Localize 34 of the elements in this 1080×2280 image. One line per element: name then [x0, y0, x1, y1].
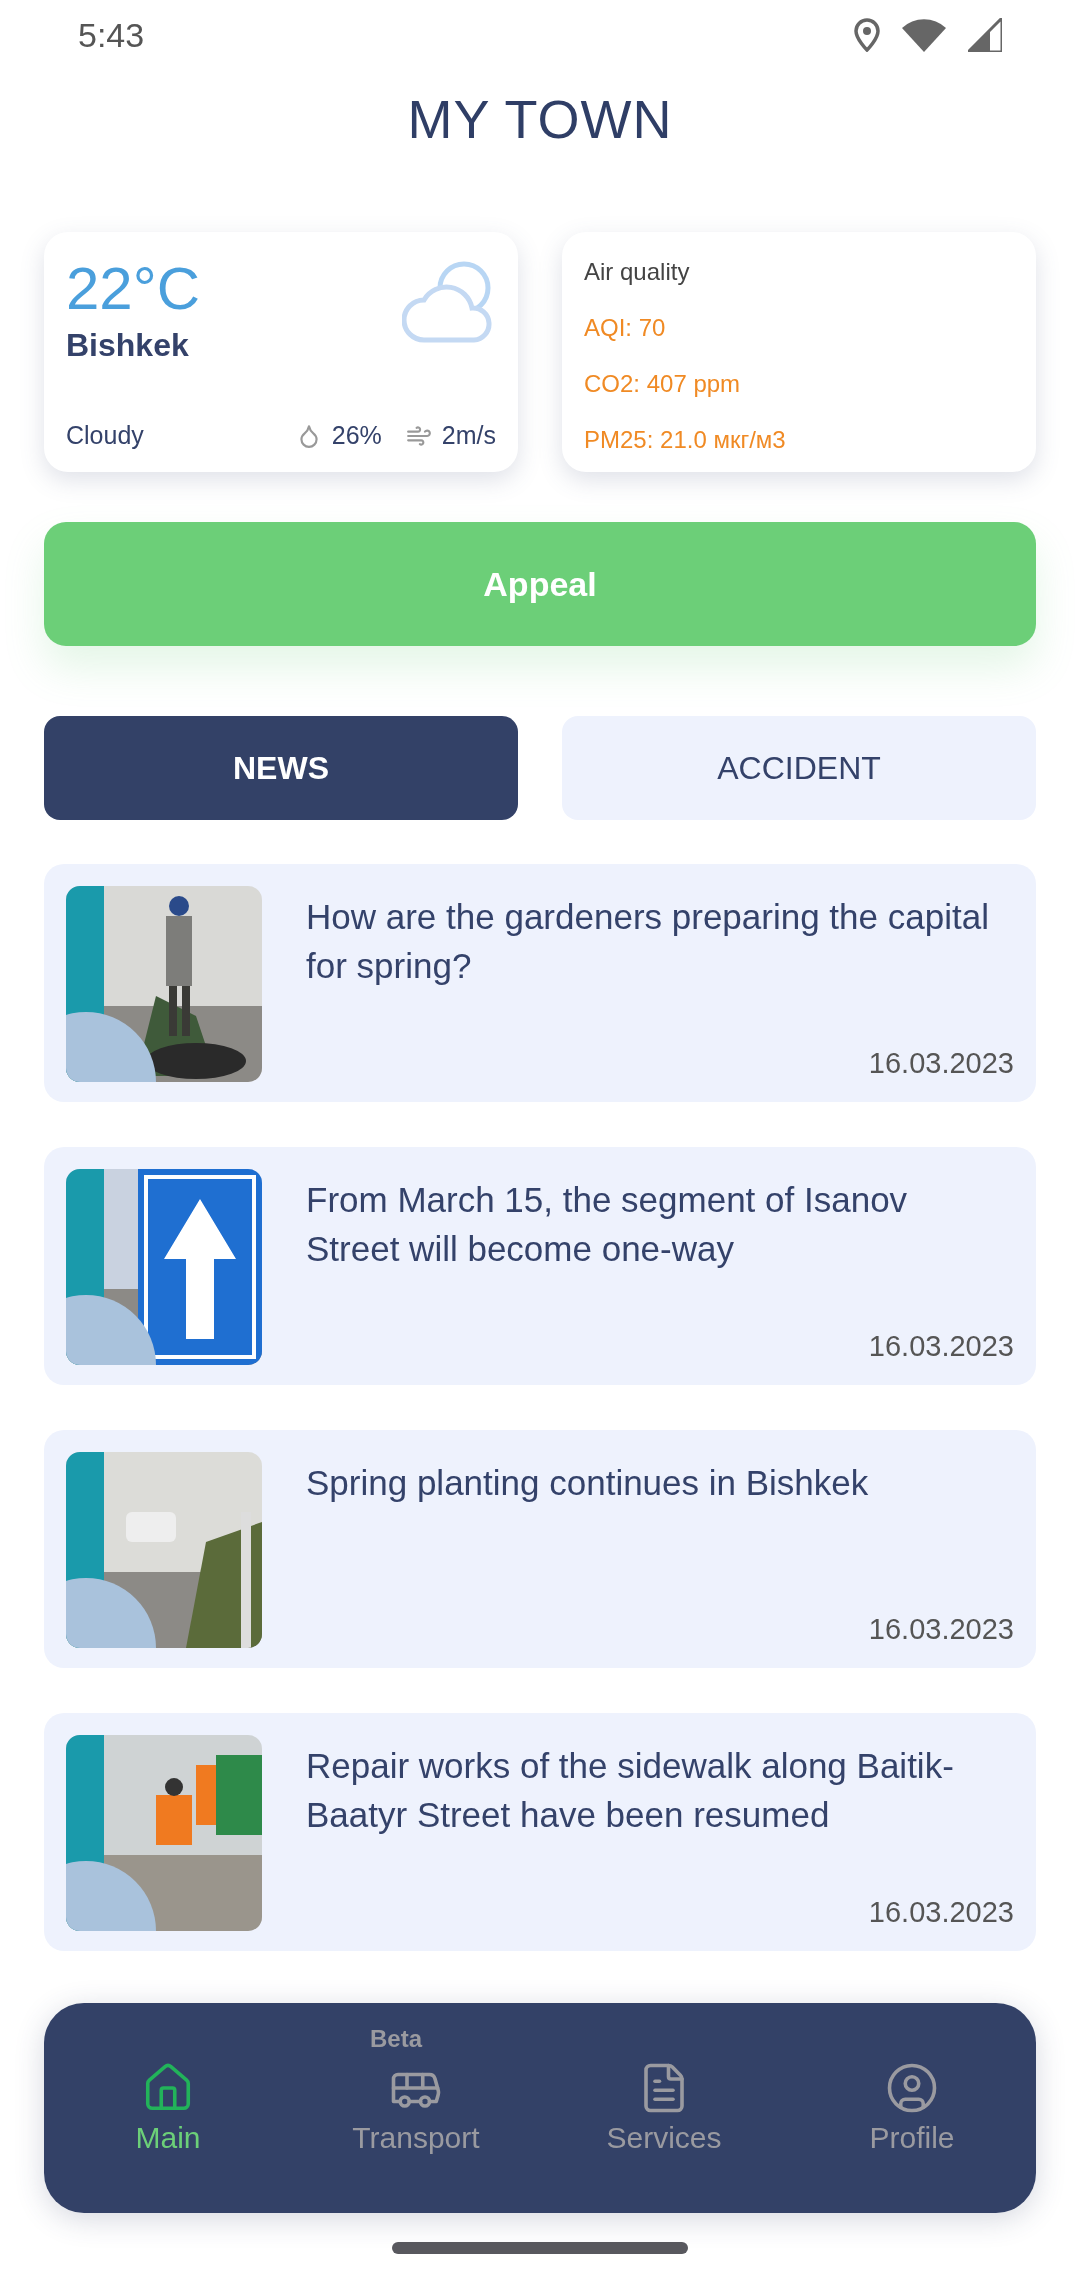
location-icon — [854, 18, 880, 52]
news-title: Spring planting continues in Bishkek — [306, 1462, 870, 1504]
weather-condition: Cloudy — [66, 421, 144, 450]
nav-item[interactable]: Profile — [788, 2061, 1036, 2155]
news-title: How are the gardeners preparing the capital for spring? — [306, 896, 990, 987]
nav-item[interactable]: Services — [540, 2061, 788, 2155]
news-card[interactable]: From March 15, the segment of Isanov Street will become one-way 16.03.2023 — [44, 1147, 1036, 1385]
news-card[interactable]: Spring planting continues in Bishkek 16.03.2023 — [44, 1430, 1036, 1668]
news-date: 16.03.2023 — [868, 1047, 1014, 1080]
wifi-icon — [902, 18, 946, 52]
tab[interactable]: ACCIDENT — [562, 716, 1036, 820]
news-date: 16.03.2023 — [868, 1613, 1014, 1646]
app-title: MY TOWN — [406, 88, 674, 150]
news-card[interactable]: How are the gardeners preparing the capital for spring? 16.03.2023 — [44, 864, 1036, 1102]
profile-icon — [885, 2061, 939, 2115]
home-indicator[interactable] — [392, 2242, 688, 2254]
nav-item[interactable]: Main — [44, 2061, 292, 2155]
air-quality-reading: AQI: 70 — [584, 314, 667, 342]
city-name: Bishkek — [66, 327, 190, 364]
air-quality-reading: PM25: 21.0 мкг/м3 — [584, 426, 787, 454]
news-date: 16.03.2023 — [868, 1896, 1014, 1929]
news-title: Repair works of the sidewalk along Baitik-Baatyr Street have been resumed — [306, 1745, 955, 1836]
news-card[interactable]: Repair works of the sidewalk along Baitik-Baatyr Street have been resumed 16.03.2023 — [44, 1713, 1036, 1951]
news-date: 16.03.2023 — [868, 1330, 1014, 1363]
news-title: From March 15, the segment of Isanov Street will become one-way — [306, 1179, 909, 1270]
tab[interactable]: NEWS — [44, 716, 518, 820]
beta-label: Beta — [370, 2025, 423, 2053]
humidity-value: 26% — [331, 421, 382, 450]
signal-icon — [968, 18, 1002, 52]
air-quality-reading: CO2: 407 ppm — [584, 370, 742, 398]
temperature: 22°C — [66, 254, 201, 323]
status-time: 5:43 — [78, 15, 145, 55]
air-quality-title: Air quality — [584, 258, 691, 286]
wind-value: 2m/s — [441, 421, 496, 450]
